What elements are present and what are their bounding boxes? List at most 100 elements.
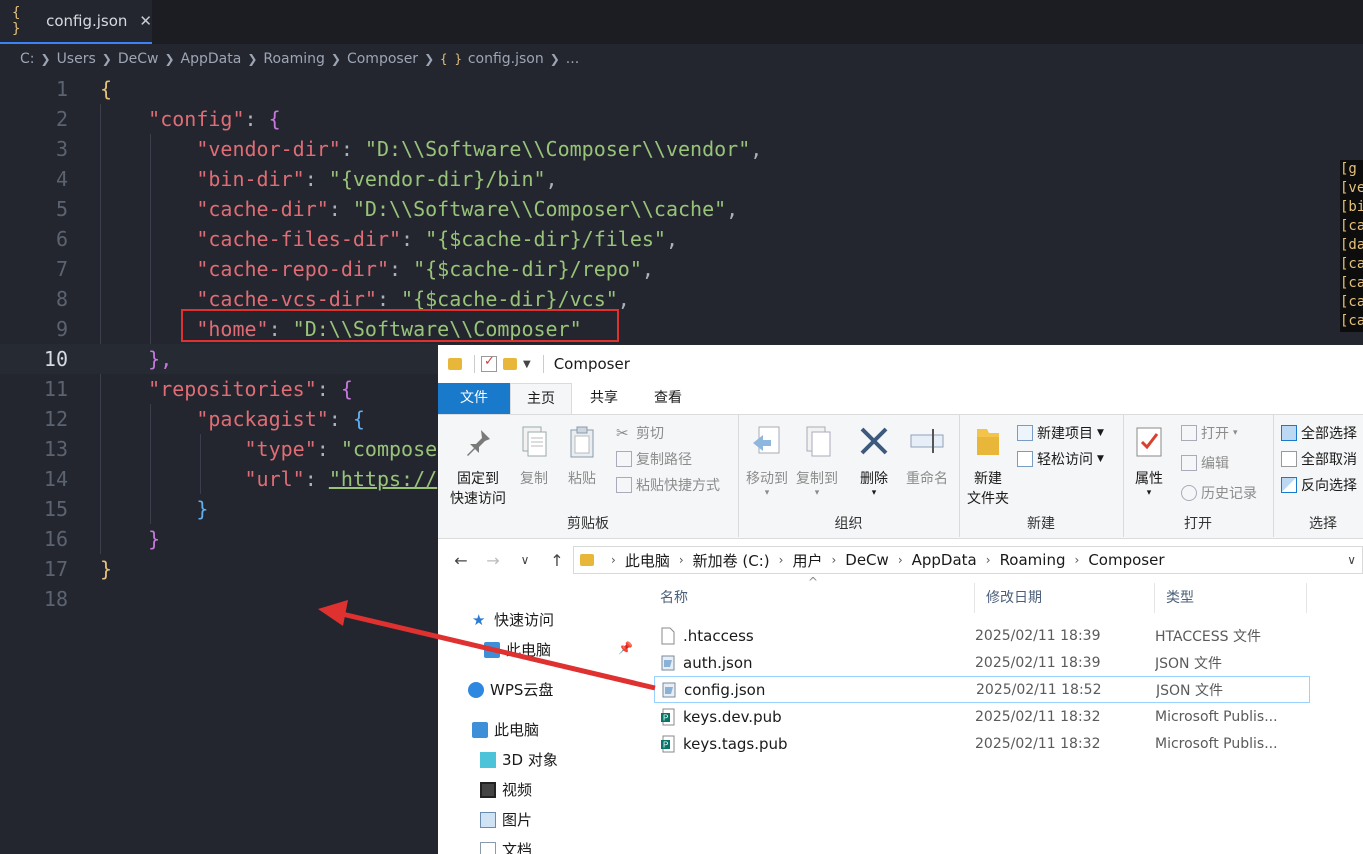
file-row[interactable]: P keys.dev.pub 2025/02/11 18:32 Microsof…: [654, 703, 1310, 730]
new-folder-button[interactable]: 新建 文件夹: [963, 425, 1013, 509]
dropdown-arrow-icon: ▾: [1233, 428, 1238, 438]
folder-icon: [448, 358, 462, 370]
easy-access-button[interactable]: 轻松访问 ▼: [1017, 449, 1104, 469]
column-header-date[interactable]: 修改日期: [986, 587, 1042, 607]
publisher-file-icon: P: [661, 735, 675, 752]
dropdown-arrow-icon: ▾: [871, 488, 877, 498]
chevron-right-icon: ›: [985, 553, 991, 567]
json-file-icon: [662, 682, 676, 697]
nav-quick-access[interactable]: ★ 快速访问: [472, 609, 554, 630]
rename-button[interactable]: 重命名: [900, 425, 954, 489]
new-item-button[interactable]: 新建项目 ▼: [1017, 423, 1104, 443]
paste-button[interactable]: 粘贴: [562, 425, 602, 489]
paste-shortcut-icon: [616, 477, 632, 493]
minimap[interactable]: [g [ve [bi [ca [da [ca [ca [ca [ca: [1340, 160, 1363, 332]
move-to-button[interactable]: 移动到 ▾: [744, 425, 790, 498]
breadcrumb-item[interactable]: DeCw: [118, 51, 159, 67]
tab-file[interactable]: 文件: [438, 383, 510, 414]
json-file-icon: [661, 655, 675, 670]
film-icon: [480, 781, 496, 798]
column-header-type[interactable]: 类型: [1166, 587, 1194, 607]
invert-selection-button[interactable]: 反向选择: [1281, 475, 1357, 495]
column-header-name[interactable]: 名称: [660, 587, 688, 607]
new-folder-icon: [977, 429, 999, 455]
address-segment[interactable]: DeCw: [845, 551, 889, 569]
tab-share[interactable]: 共享: [572, 383, 636, 414]
file-row[interactable]: auth.json 2025/02/11 18:39 JSON 文件: [654, 649, 1310, 676]
address-segment[interactable]: 用户: [792, 550, 822, 571]
file-row[interactable]: P keys.tags.pub 2025/02/11 18:32 Microso…: [654, 730, 1310, 757]
chevron-right-icon: ❯: [424, 52, 435, 66]
history-button[interactable]: 历史记录: [1181, 483, 1257, 503]
pin-quick-access-button[interactable]: 固定到 快速访问: [446, 427, 510, 509]
breadcrumb-file[interactable]: config.json: [468, 51, 544, 67]
pin-icon: [467, 430, 490, 456]
edit-button[interactable]: 编辑: [1181, 453, 1229, 473]
nav-documents[interactable]: 文档: [480, 839, 532, 854]
chevron-right-icon: ›: [778, 553, 784, 567]
tab-config-json[interactable]: { } config.json ✕: [0, 0, 152, 44]
svg-text:P: P: [663, 740, 668, 749]
code-line: 7 "cache-repo-dir": "{$cache-dir}/repo",: [55, 257, 654, 281]
paste-shortcut-button[interactable]: 粘贴快捷方式: [616, 475, 720, 495]
new-folder-icon[interactable]: [503, 358, 517, 370]
address-segment[interactable]: Composer: [1088, 551, 1164, 569]
quick-access-toolbar: ▼: [448, 354, 550, 373]
history-icon: [1181, 485, 1197, 501]
breadcrumb-item[interactable]: Users: [57, 51, 96, 67]
select-none-icon: [1281, 451, 1297, 467]
publisher-file-icon: P: [661, 708, 675, 725]
pin-icon[interactable]: 📌: [618, 641, 633, 655]
up-arrow-icon[interactable]: ↑: [548, 551, 566, 570]
address-segment[interactable]: 此电脑: [625, 550, 670, 571]
properties-check-icon[interactable]: [481, 354, 497, 372]
address-segment[interactable]: AppData: [912, 551, 977, 569]
file-row-selected[interactable]: config.json 2025/02/11 18:52 JSON 文件: [654, 676, 1310, 703]
nav-videos[interactable]: 视频: [480, 779, 532, 800]
chevron-right-icon: ❯: [247, 52, 258, 66]
nav-pictures[interactable]: 图片: [480, 809, 532, 830]
tab-home[interactable]: 主页: [510, 383, 572, 414]
address-bar[interactable]: › 此电脑 › 新加卷 (C:) › 用户 › DeCw › AppData › Roam…: [573, 546, 1363, 574]
tab-view[interactable]: 查看: [636, 383, 700, 414]
nav-wps-cloud[interactable]: WPS云盘: [468, 679, 553, 700]
dropdown-arrow-icon[interactable]: ▼: [523, 359, 531, 370]
copy-button[interactable]: 复制: [514, 425, 554, 489]
recent-dropdown-icon[interactable]: ∨: [516, 553, 534, 567]
cube-icon: [480, 751, 496, 768]
chevron-right-icon: ❯: [101, 52, 112, 66]
ribbon-tabs: 文件 主页 共享 查看: [438, 383, 1363, 414]
close-icon[interactable]: ✕: [139, 12, 152, 30]
picture-icon: [480, 811, 496, 828]
select-none-button[interactable]: 全部取消: [1281, 449, 1357, 469]
chevron-right-icon: ›: [678, 553, 684, 567]
delete-button[interactable]: 删除 ▾: [854, 425, 894, 498]
breadcrumb-more[interactable]: ...: [566, 51, 579, 67]
tab-label: config.json: [46, 12, 128, 30]
json-file-icon: { }: [12, 5, 21, 37]
blank-file-icon: [661, 627, 675, 644]
nav-3d-objects[interactable]: 3D 对象: [480, 749, 558, 770]
nav-this-pc[interactable]: 此电脑: [472, 719, 539, 740]
file-row[interactable]: .htaccess 2025/02/11 18:39 HTACCESS 文件: [654, 622, 1310, 649]
editor-tab-bar: { } config.json ✕: [0, 0, 1363, 44]
breadcrumb-item[interactable]: AppData: [181, 51, 242, 67]
back-arrow-icon[interactable]: ←: [452, 551, 470, 570]
address-segment[interactable]: 新加卷 (C:): [693, 550, 770, 571]
copy-path-button[interactable]: 复制路径: [616, 449, 692, 469]
dropdown-arrow-icon: ▾: [764, 488, 770, 498]
address-segment[interactable]: Roaming: [1000, 551, 1066, 569]
forward-arrow-icon[interactable]: →: [484, 551, 502, 570]
breadcrumb-item[interactable]: Composer: [347, 51, 418, 67]
copy-to-button[interactable]: 复制到 ▾: [794, 425, 840, 498]
cut-button[interactable]: ✂ 剪切: [616, 423, 664, 443]
copy-path-icon: [616, 451, 632, 467]
open-button[interactable]: 打开 ▾: [1181, 423, 1238, 443]
new-item-icon: [1017, 425, 1033, 441]
properties-button[interactable]: 属性 ▾: [1129, 425, 1169, 498]
address-dropdown-icon[interactable]: ∨: [1347, 553, 1356, 567]
select-all-button[interactable]: 全部选择: [1281, 423, 1357, 443]
breadcrumb-item[interactable]: Roaming: [263, 51, 325, 67]
nav-this-pc-pinned[interactable]: 此电脑: [484, 639, 551, 660]
breadcrumb-item[interactable]: C:: [20, 51, 35, 67]
